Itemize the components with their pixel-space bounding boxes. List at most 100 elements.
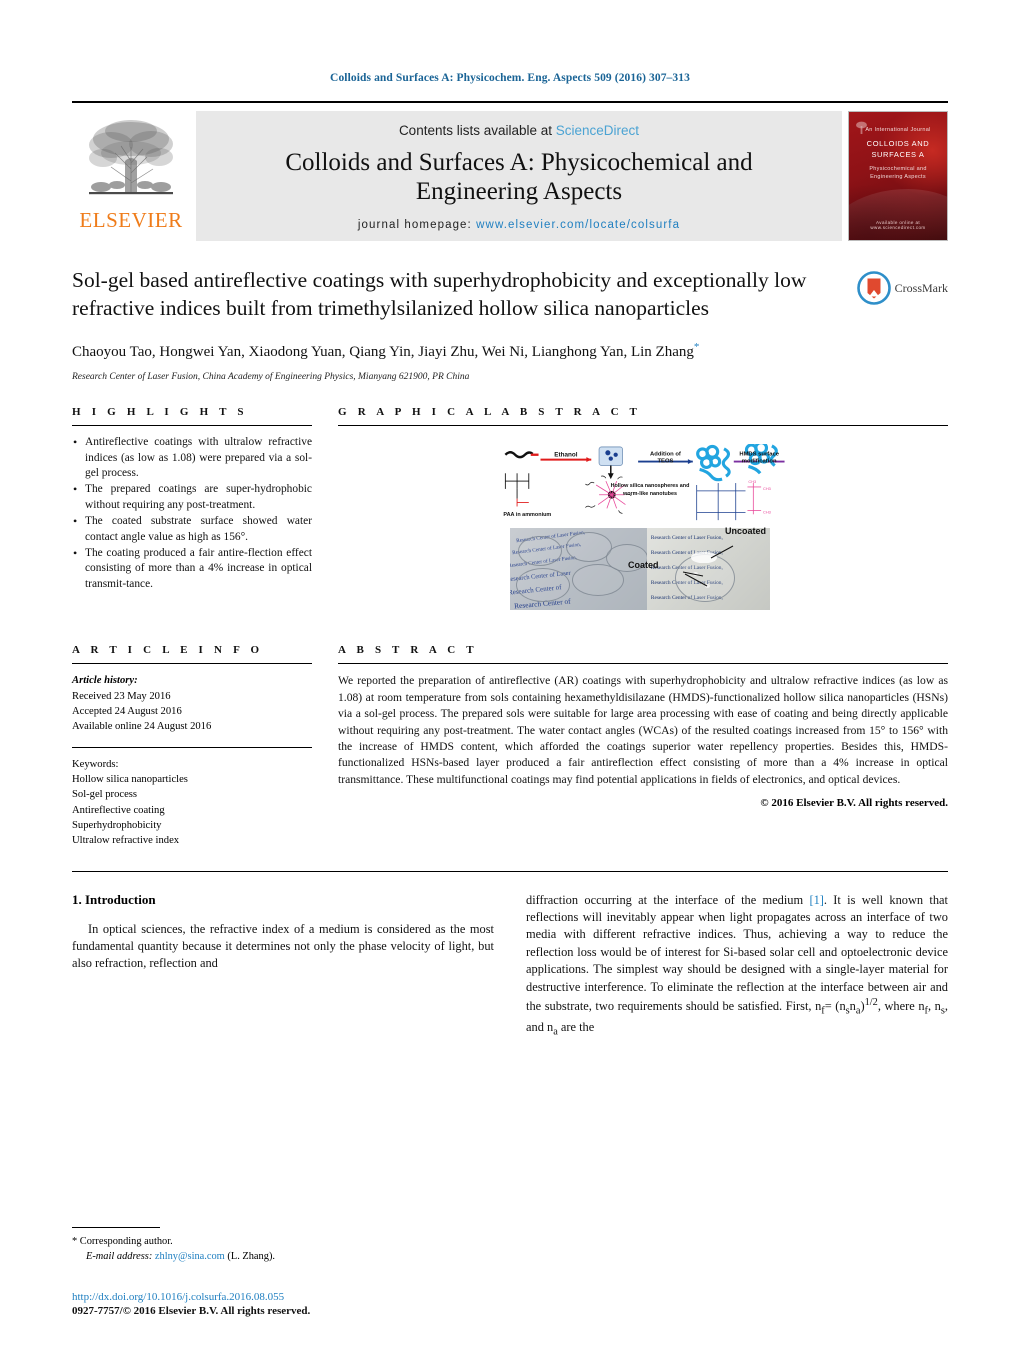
formula-tail: , where n — [877, 999, 925, 1014]
list-item: The prepared coatings are super-hydropho… — [72, 481, 312, 513]
article-history-label: Article history: — [72, 675, 138, 687]
email-line: E-mail address: zhlny@sina.com (L. Zhang… — [72, 1249, 472, 1265]
page-title: Sol-gel based antireflective coatings wi… — [72, 268, 807, 320]
author-list: Chaoyou Tao, Hongwei Yan, Xiaodong Yuan,… — [72, 340, 824, 363]
svg-text:Addition of: Addition of — [650, 452, 681, 458]
intro-paragraph-left: In optical sciences, the refractive inde… — [72, 921, 494, 971]
list-item: The coated substrate surface showed wate… — [72, 513, 312, 545]
highlights-rule — [72, 425, 312, 427]
issn-copyright: 0927-7757/© 2016 Elsevier B.V. All right… — [72, 1305, 311, 1317]
cover-top-small: An International Journal — [865, 127, 931, 133]
cover-subtitle-2: Engineering Aspects — [870, 174, 926, 181]
graphical-abstract-figure: Ethanol Addition of TEOS HMDS surface mo… — [338, 441, 948, 614]
article-history: Article history: Received 23 May 2016 Ac… — [72, 673, 312, 734]
footnote-rule — [72, 1226, 160, 1228]
formula-eq: = (n — [824, 999, 846, 1014]
graphical-abstract-column: G R A P H I C A L A B S T R A C T Ethano… — [338, 406, 948, 614]
corresponding-author-footnote: * Corresponding author. E-mail address: … — [72, 1226, 472, 1265]
photo-uncoated-comparison: Research Center of Laser Fusion, Researc… — [646, 528, 770, 611]
email-suffix: (L. Zhang). — [227, 1251, 275, 1263]
journal-masthead: ELSEVIER Contents lists available at Sci… — [72, 101, 948, 241]
journal-title-line2: Engineering Aspects — [415, 178, 623, 206]
formula-comma-1: , n — [927, 999, 941, 1014]
article-info-column: A R T I C L E I N F O Article history: R… — [72, 644, 312, 849]
abstract-rule — [338, 663, 948, 665]
cover-journal-name: COLLOIDS AND SURFACES A — [866, 138, 930, 160]
crossmark-badge[interactable]: CrossMark — [838, 267, 948, 382]
svg-text:PAA in ammonium: PAA in ammonium — [503, 512, 551, 518]
svg-text:modification: modification — [742, 459, 777, 465]
formula-end: are the — [557, 1019, 595, 1034]
svg-text:TEOS: TEOS — [657, 459, 673, 465]
email-link[interactable]: zhlny@sina.com — [155, 1251, 225, 1262]
section-heading-introduction: 1. Introduction — [72, 891, 156, 907]
homepage-url-link[interactable]: www.elsevier.com/locate/colsurfa — [476, 219, 680, 231]
journal-cover-thumbnail: An International Journal COLLOIDS AND SU… — [848, 111, 948, 241]
body-separator-rule — [72, 870, 948, 872]
svg-text:Ethanol: Ethanol — [554, 452, 577, 459]
articleinfo-abstract-zone: A R T I C L E I N F O Article history: R… — [72, 644, 948, 849]
sciencedirect-link[interactable]: ScienceDirect — [556, 123, 639, 138]
keywords-list: Keywords: Hollow silica nanoparticles So… — [72, 757, 312, 849]
intro-paragraph-right: diffraction occurring at the interface o… — [526, 892, 948, 1040]
contents-prefix: Contents lists available at — [398, 123, 556, 138]
homepage-label: journal homepage: — [357, 218, 472, 231]
paper-page: Colloids and Surfaces A: Physicochem. En… — [0, 0, 1020, 1351]
list-item: The coating produced a fair antire-flect… — [72, 545, 312, 592]
abstract-column: A B S T R A C T We reported the preparat… — [338, 644, 948, 849]
journal-title-line1: Colloids and Surfaces A: Physicochemical… — [285, 149, 753, 176]
photo-callout-lines — [682, 545, 734, 587]
uncoated-label: Uncoated — [724, 526, 766, 537]
keyword-item: Ultralow refractive index — [72, 835, 180, 847]
list-item: Antireflective coatings with ultralow re… — [72, 434, 312, 481]
keyword-item: Hollow silica nanoparticles — [72, 773, 188, 785]
title-block: Sol-gel based antireflective coatings wi… — [72, 267, 948, 382]
coated-label: Coated — [628, 560, 659, 571]
graphical-abstract-caption: Hollow silica nanospheres and worm-like … — [610, 483, 690, 498]
body-column-left: 1. Introduction In optical sciences, the… — [72, 892, 494, 1040]
cover-swoosh — [849, 188, 947, 240]
svg-text:HMDS surface: HMDS surface — [739, 452, 779, 458]
history-received: Received 23 May 2016 — [72, 690, 171, 702]
body-columns: 1. Introduction In optical sciences, the… — [72, 892, 948, 1040]
intro-right-pre: diffraction occurring at the interface o… — [526, 892, 810, 907]
elsevier-tree-icon — [89, 120, 173, 195]
keywords-label: Keywords: — [72, 758, 119, 770]
svg-text:CH3: CH3 — [763, 509, 771, 514]
article-info-rule — [72, 663, 312, 665]
corresponding-author-line: * Corresponding author. — [72, 1235, 173, 1247]
abstract-copyright: © 2016 Elsevier B.V. All rights reserved… — [760, 797, 948, 810]
photo-coated-discs: Research Center of Laser Fusion, Researc… — [510, 528, 647, 611]
abstract-heading: A B S T R A C T — [338, 644, 478, 657]
crossmark-icon — [856, 271, 891, 305]
keyword-item: Sol-gel process — [72, 789, 138, 801]
svg-text:CH3: CH3 — [748, 479, 756, 484]
elsevier-wordmark: ELSEVIER — [79, 208, 183, 232]
journal-title: Colloids and Surfaces A: Physicochemical… — [285, 148, 752, 207]
keyword-item: Antireflective coating — [72, 804, 165, 816]
svg-text:CH3: CH3 — [763, 486, 771, 491]
graphical-abstract-heading: G R A P H I C A L A B S T R A C T — [338, 406, 642, 419]
authors-text: Chaoyou Tao, Hongwei Yan, Xiaodong Yuan,… — [72, 343, 694, 360]
citation-ref-1[interactable]: [1] — [809, 893, 823, 907]
intro-right-post: . It is well known that reflections will… — [526, 892, 948, 1014]
cover-bottom-text: Available online at www.sciencedirect.co… — [870, 220, 926, 230]
journal-band: Contents lists available at ScienceDirec… — [196, 111, 842, 241]
contents-available-line: Contents lists available at ScienceDirec… — [399, 123, 639, 138]
journal-homepage-line: journal homepage: www.elsevier.com/locat… — [358, 219, 680, 231]
highlights-list: Antireflective coatings with ultralow re… — [72, 434, 312, 592]
doi-footer: http://dx.doi.org/10.1016/j.colsurfa.201… — [72, 1291, 310, 1317]
body-column-right: diffraction occurring at the interface o… — [526, 892, 948, 1040]
keywords-rule — [72, 746, 312, 748]
email-label: E-mail address: — [86, 1251, 153, 1263]
highlights-graphical-zone: H I G H L I G H T S Antireflective coati… — [72, 406, 948, 614]
history-accepted: Accepted 24 August 2016 — [72, 705, 182, 717]
doi-link[interactable]: http://dx.doi.org/10.1016/j.colsurfa.201… — [72, 1291, 310, 1303]
elsevier-logo: ELSEVIER — [72, 111, 190, 241]
running-head: Colloids and Surfaces A: Physicochem. En… — [330, 72, 690, 84]
corresponding-author-marker: * — [693, 340, 700, 353]
abstract-text: We reported the preparation of antirefle… — [338, 674, 948, 786]
article-info-heading: A R T I C L E I N F O — [72, 644, 264, 657]
cover-text: An International Journal COLLOIDS AND SU… — [849, 126, 947, 182]
graphical-abstract-rule — [338, 425, 948, 427]
